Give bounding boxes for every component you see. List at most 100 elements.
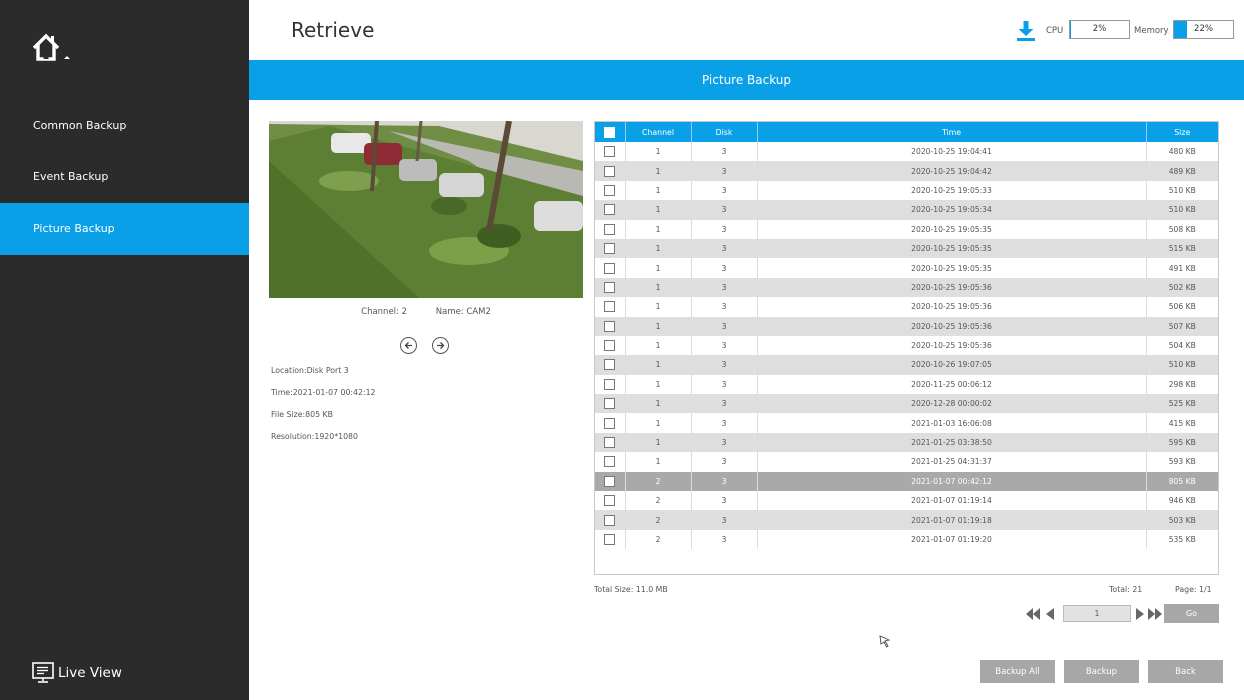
table-row[interactable]: 1 3 2020-11-25 00:06:12 298 KB bbox=[595, 374, 1218, 395]
row-checkbox[interactable] bbox=[604, 378, 616, 390]
row-select-cell[interactable] bbox=[595, 142, 626, 162]
row-checkbox[interactable] bbox=[604, 301, 616, 313]
row-checkbox[interactable] bbox=[604, 456, 616, 468]
table-row[interactable]: 1 3 2020-10-25 19:05:35 515 KB bbox=[595, 238, 1218, 259]
cell-time: 2020-10-26 19:07:05 bbox=[757, 355, 1147, 375]
table-row[interactable]: 2 3 2021-01-07 01:19:20 535 KB bbox=[595, 529, 1218, 550]
cell-time: 2020-12-28 00:00:02 bbox=[757, 394, 1147, 414]
row-checkbox[interactable] bbox=[604, 184, 616, 196]
back-button[interactable]: Back bbox=[1148, 660, 1223, 683]
cell-disk: 3 bbox=[691, 200, 758, 220]
last-page-icon[interactable] bbox=[1147, 607, 1163, 621]
row-checkbox[interactable] bbox=[604, 359, 616, 371]
row-select-cell[interactable] bbox=[595, 161, 626, 181]
table-row[interactable]: 1 3 2020-10-25 19:04:42 489 KB bbox=[595, 161, 1218, 181]
row-checkbox[interactable] bbox=[604, 417, 616, 429]
row-select-cell[interactable] bbox=[595, 200, 626, 220]
table-row[interactable]: 1 3 2020-10-25 19:05:36 502 KB bbox=[595, 277, 1218, 298]
table-row[interactable]: 1 3 2020-10-25 19:04:41 480 KB bbox=[595, 142, 1218, 162]
table-row[interactable]: 1 3 2021-01-03 16:06:08 415 KB bbox=[595, 413, 1218, 433]
prev-picture-button[interactable] bbox=[400, 337, 417, 354]
next-page-icon[interactable] bbox=[1135, 607, 1145, 621]
table-row[interactable]: 1 3 2020-10-25 19:05:35 491 KB bbox=[595, 258, 1218, 278]
row-checkbox[interactable] bbox=[604, 320, 616, 332]
table-row[interactable]: 1 3 2020-10-25 19:05:34 510 KB bbox=[595, 200, 1218, 220]
cell-size: 480 KB bbox=[1146, 142, 1218, 162]
row-checkbox[interactable] bbox=[604, 165, 616, 177]
download-icon[interactable] bbox=[1015, 20, 1037, 42]
table-row[interactable]: 1 3 2020-10-25 19:05:35 508 KB bbox=[595, 219, 1218, 239]
cell-disk: 3 bbox=[691, 471, 758, 492]
row-select-cell[interactable] bbox=[595, 394, 626, 414]
row-checkbox[interactable] bbox=[604, 243, 616, 255]
page-number-input[interactable] bbox=[1063, 605, 1131, 622]
row-select-cell[interactable] bbox=[595, 491, 626, 511]
row-checkbox[interactable] bbox=[604, 398, 616, 410]
cell-time: 2020-10-25 19:05:36 bbox=[757, 316, 1147, 336]
row-select-cell[interactable] bbox=[595, 297, 626, 317]
row-checkbox[interactable] bbox=[604, 223, 616, 235]
row-select-cell[interactable] bbox=[595, 355, 626, 375]
row-checkbox[interactable] bbox=[604, 514, 616, 526]
row-select-cell[interactable] bbox=[595, 529, 626, 550]
row-checkbox[interactable] bbox=[604, 495, 616, 507]
table-row[interactable]: 1 3 2020-10-25 19:05:36 507 KB bbox=[595, 316, 1218, 336]
cell-channel: 1 bbox=[625, 161, 692, 181]
table-row[interactable]: 1 3 2020-10-25 19:05:36 504 KB bbox=[595, 335, 1218, 356]
go-button[interactable]: Go bbox=[1164, 604, 1219, 623]
row-select-cell[interactable] bbox=[595, 471, 626, 492]
live-view-button[interactable]: Live View bbox=[32, 660, 122, 686]
cell-time: 2020-10-25 19:05:34 bbox=[757, 200, 1147, 220]
first-page-icon[interactable] bbox=[1025, 607, 1041, 621]
sidebar-item-common-backup[interactable]: Common Backup bbox=[0, 100, 249, 152]
page-title: Retrieve bbox=[291, 18, 375, 42]
row-select-cell[interactable] bbox=[595, 510, 626, 530]
table-row[interactable]: 2 3 2021-01-07 00:42:12 805 KB bbox=[595, 471, 1218, 492]
table-row[interactable]: 1 3 2021-01-25 04:31:37 593 KB bbox=[595, 452, 1218, 472]
row-select-cell[interactable] bbox=[595, 335, 626, 356]
row-select-cell[interactable] bbox=[595, 432, 626, 453]
cell-size: 298 KB bbox=[1146, 374, 1218, 395]
row-checkbox[interactable] bbox=[604, 437, 616, 449]
table-row[interactable]: 1 3 2020-10-25 19:05:33 510 KB bbox=[595, 180, 1218, 201]
row-checkbox[interactable] bbox=[604, 281, 616, 293]
row-select-cell[interactable] bbox=[595, 413, 626, 433]
next-picture-button[interactable] bbox=[432, 337, 449, 354]
cell-size: 593 KB bbox=[1146, 452, 1218, 472]
prev-page-icon[interactable] bbox=[1045, 607, 1055, 621]
cell-disk: 3 bbox=[691, 335, 758, 356]
sidebar-item-event-backup[interactable]: Event Backup bbox=[0, 151, 249, 203]
row-select-cell[interactable] bbox=[595, 452, 626, 472]
row-checkbox[interactable] bbox=[604, 534, 616, 545]
table-row[interactable]: 1 3 2021-01-25 03:38:50 595 KB bbox=[595, 432, 1218, 453]
table-row[interactable]: 1 3 2020-12-28 00:00:02 525 KB bbox=[595, 394, 1218, 414]
row-checkbox[interactable] bbox=[604, 262, 616, 274]
home-button[interactable] bbox=[32, 30, 76, 66]
row-select-cell[interactable] bbox=[595, 219, 626, 239]
backup-button[interactable]: Backup bbox=[1064, 660, 1139, 683]
row-select-cell[interactable] bbox=[595, 374, 626, 395]
row-checkbox[interactable] bbox=[604, 340, 616, 352]
cell-time: 2020-11-25 00:06:12 bbox=[757, 374, 1147, 395]
cell-channel: 1 bbox=[625, 219, 692, 239]
row-select-cell[interactable] bbox=[595, 277, 626, 298]
row-select-cell[interactable] bbox=[595, 316, 626, 336]
row-select-cell[interactable] bbox=[595, 238, 626, 259]
sidebar-item-picture-backup[interactable]: Picture Backup bbox=[0, 203, 249, 255]
cell-disk: 3 bbox=[691, 452, 758, 472]
table-row[interactable]: 2 3 2021-01-07 01:19:18 503 KB bbox=[595, 510, 1218, 530]
row-checkbox[interactable] bbox=[604, 475, 616, 487]
row-checkbox[interactable] bbox=[604, 204, 616, 216]
table-row[interactable]: 2 3 2021-01-07 01:19:14 946 KB bbox=[595, 491, 1218, 511]
row-select-cell[interactable] bbox=[595, 180, 626, 201]
backup-all-button[interactable]: Backup All bbox=[980, 660, 1055, 683]
live-view-label: Live View bbox=[58, 665, 122, 681]
picture-preview bbox=[269, 121, 583, 298]
table-row[interactable]: 1 3 2020-10-25 19:05:36 506 KB bbox=[595, 297, 1218, 317]
row-checkbox[interactable] bbox=[604, 146, 616, 158]
row-select-cell[interactable] bbox=[595, 258, 626, 278]
select-all-cell[interactable] bbox=[595, 122, 626, 142]
cell-disk: 3 bbox=[691, 180, 758, 201]
table-row[interactable]: 1 3 2020-10-26 19:07:05 510 KB bbox=[595, 355, 1218, 375]
select-all-checkbox[interactable] bbox=[604, 126, 616, 138]
